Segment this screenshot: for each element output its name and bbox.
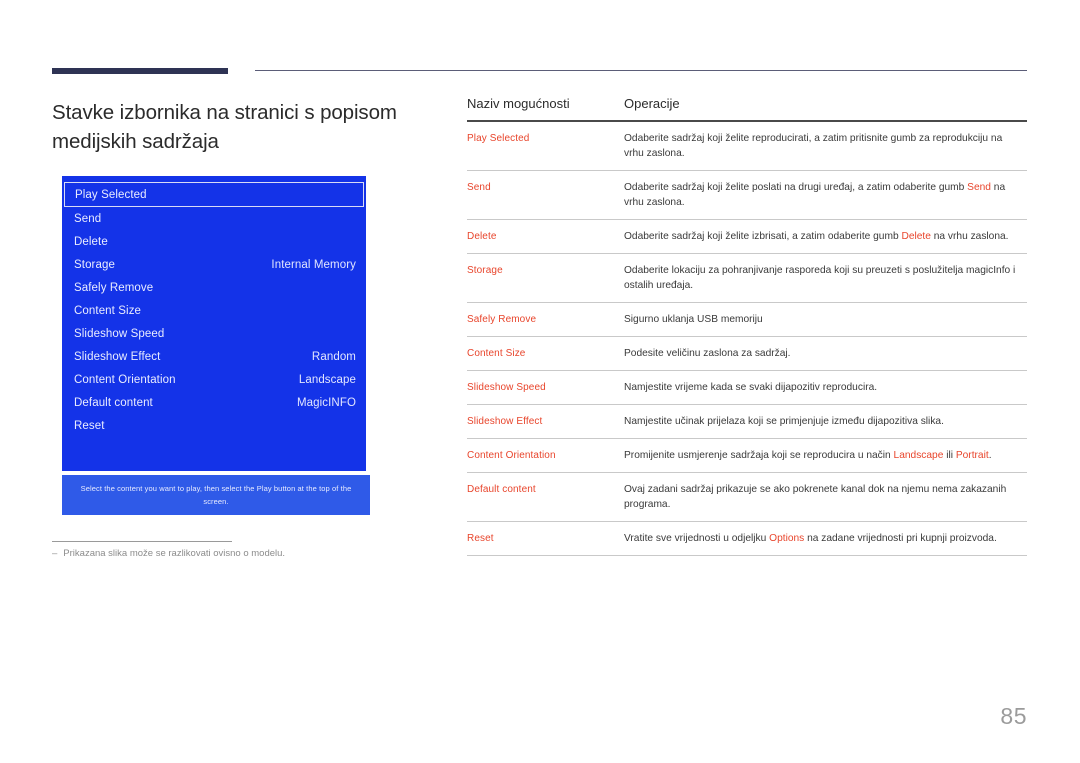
description-text: Namjestite učinak prijelaza koji se prim… xyxy=(624,416,944,427)
osd-menu-item[interactable]: Content Orientation Landscape xyxy=(62,368,366,391)
description-text: Vratite sve vrijednosti u odjeljku xyxy=(624,533,770,544)
table-row: Content Size Podesite veličinu zaslona za… xyxy=(467,336,1027,371)
table-row: Content Orientation Promijenite usmjerenj… xyxy=(467,438,1027,473)
accent-bar xyxy=(52,68,228,74)
option-name-cell: Safely Remove xyxy=(467,302,624,337)
page-title: Stavke izbornika na stranici s popisom m… xyxy=(52,101,397,153)
inline-option-reference: Landscape xyxy=(893,450,944,461)
option-name-cell: Default content xyxy=(467,472,624,522)
option-name-cell: Play Selected xyxy=(467,121,624,171)
osd-item-value: MagicINFO xyxy=(296,396,356,409)
osd-menu-item[interactable]: Default content MagicINFO xyxy=(62,391,366,414)
osd-menu-item[interactable]: Content Size xyxy=(62,299,366,322)
footnote-text: Prikazana slika može se razlikovati ovis… xyxy=(63,548,286,559)
inline-option-reference: Portrait xyxy=(955,450,989,461)
osd-menu-item[interactable]: Play Selected xyxy=(64,182,364,207)
table-row: Delete Odaberite sadržaj koji želite izbr… xyxy=(467,219,1027,254)
option-name-cell: Slideshow Effect xyxy=(467,404,624,439)
osd-item-value: Landscape xyxy=(298,373,356,386)
table-row: Slideshow Speed Namjestite vrijeme kada s… xyxy=(467,370,1027,405)
osd-menu-item[interactable]: Reset xyxy=(62,414,366,437)
osd-menu-item[interactable]: Slideshow Effect Random xyxy=(62,345,366,368)
option-description-cell: Odaberite sadržaj koji želite poslati na… xyxy=(624,170,1027,220)
description-text: Sigurno uklanja USB memoriju xyxy=(624,314,763,325)
option-description-cell: Vratite sve vrijednosti u odjeljku Optio… xyxy=(624,521,1027,556)
description-text: Namjestite vrijeme kada se svaki dijapoz… xyxy=(624,382,878,393)
osd-item-label: Content Size xyxy=(74,304,142,317)
page-number: 85 xyxy=(1000,703,1027,729)
table-row: Storage Odaberite lokaciju za pohranjivan… xyxy=(467,253,1027,303)
footnote-rule xyxy=(52,541,232,542)
option-name-cell: Reset xyxy=(467,521,624,556)
table-row: Send Odaberite sadržaj koji želite poslat… xyxy=(467,170,1027,220)
description-text: Odaberite sadržaj koji želite reproducir… xyxy=(624,133,1003,159)
option-name-cell: Send xyxy=(467,170,624,220)
osd-item-label: Play Selected xyxy=(75,188,147,201)
osd-item-label: Storage xyxy=(74,258,115,271)
table-row: Default content Ovaj zadani sadržaj prika… xyxy=(467,472,1027,522)
option-description-cell: Podesite veličinu zaslona za sadržaj. xyxy=(624,336,1027,371)
header-rule xyxy=(255,70,1027,71)
left-column: Stavke izbornika na stranici s popisom m… xyxy=(52,90,452,156)
option-description-cell: Odaberite sadržaj koji želite reproducir… xyxy=(624,121,1027,171)
option-name-cell: Delete xyxy=(467,219,624,254)
description-text: na zadane vrijednosti pri kupnji proizvo… xyxy=(804,533,997,544)
option-name-cell: Content Size xyxy=(467,336,624,371)
option-name-cell: Content Orientation xyxy=(467,438,624,473)
inline-option-reference: Delete xyxy=(901,231,931,242)
osd-item-label: Delete xyxy=(74,235,108,248)
osd-item-label: Send xyxy=(74,212,102,225)
footnote-dash: ‒ xyxy=(52,548,58,559)
osd-hint-bar: Select the content you want to play, the… xyxy=(62,475,370,515)
osd-menu-item[interactable]: Slideshow Speed xyxy=(62,322,366,345)
osd-menu-item[interactable]: Delete xyxy=(62,230,366,253)
option-description-cell: Promijenite usmjerenje sadržaja koji se … xyxy=(624,438,1027,473)
column-header-operation: Operacije xyxy=(624,96,1027,122)
osd-item-label: Content Orientation xyxy=(74,373,176,386)
description-text: . xyxy=(988,450,992,461)
inline-option-reference: Options xyxy=(769,533,805,544)
osd-menu-item[interactable]: Send xyxy=(62,207,366,230)
description-text: Ovaj zadani sadržaj prikazuje se ako pok… xyxy=(624,484,1007,510)
description-text: Odaberite sadržaj koji želite poslati na… xyxy=(624,182,968,193)
osd-menu-list: Play Selected Send Delete Storage Internal M… xyxy=(62,176,366,437)
osd-item-value: Internal Memory xyxy=(271,258,356,271)
option-description-cell: Odaberite lokaciju za pohranjivanje rasp… xyxy=(624,253,1027,303)
description-text: Odaberite sadržaj koji želite izbrisati,… xyxy=(624,231,902,242)
osd-item-label: Safely Remove xyxy=(74,281,154,294)
osd-menu-item[interactable]: Safely Remove xyxy=(62,276,366,299)
option-description-cell: Namjestite vrijeme kada se svaki dijapoz… xyxy=(624,370,1027,405)
option-name-cell: Storage xyxy=(467,253,624,303)
option-description-cell: Odaberite sadržaj koji želite izbrisati,… xyxy=(624,219,1027,254)
description-text: ili xyxy=(943,450,956,461)
options-table: Naziv mogućnosti Operacije Play Selected… xyxy=(467,96,1027,556)
option-name-cell: Slideshow Speed xyxy=(467,370,624,405)
osd-menu-panel: Play Selected Send Delete Storage Internal M… xyxy=(62,176,366,471)
description-text: Promijenite usmjerenje sadržaja koji se … xyxy=(624,450,894,461)
osd-item-label: Slideshow Effect xyxy=(74,350,161,363)
table-row: Safely Remove Sigurno uklanja USB memorij… xyxy=(467,302,1027,337)
osd-item-value: Random xyxy=(311,350,356,363)
description-text: Podesite veličinu zaslona za sadržaj. xyxy=(624,348,791,359)
description-text: na vrhu zaslona. xyxy=(930,231,1009,242)
option-description-cell: Namjestite učinak prijelaza koji se prim… xyxy=(624,404,1027,439)
osd-item-label: Reset xyxy=(74,419,105,432)
osd-menu-item[interactable]: Storage Internal Memory xyxy=(62,253,366,276)
table-head: Naziv mogućnosti Operacije xyxy=(467,96,1027,122)
option-description-cell: Sigurno uklanja USB memoriju xyxy=(624,302,1027,337)
footnote: ‒ Prikazana slika može se razlikovati ov… xyxy=(52,546,452,562)
option-description-cell: Ovaj zadani sadržaj prikazuje se ako pok… xyxy=(624,472,1027,522)
osd-item-label: Slideshow Speed xyxy=(74,327,165,340)
table-body: Play Selected Odaberite sadržaj koji želi… xyxy=(467,121,1027,556)
table-row: Play Selected Odaberite sadržaj koji želi… xyxy=(467,121,1027,171)
table-row: Reset Vratite sve vrijednosti u odjeljku … xyxy=(467,521,1027,556)
inline-option-reference: Send xyxy=(967,182,991,193)
header-decoration xyxy=(0,0,1080,90)
table-header-row: Naziv mogućnosti Operacije xyxy=(467,96,1027,122)
column-header-name: Naziv mogućnosti xyxy=(467,96,624,122)
table-row: Slideshow Effect Namjestite učinak prijel… xyxy=(467,404,1027,439)
description-text: Odaberite lokaciju za pohranjivanje rasp… xyxy=(624,265,1016,291)
osd-item-label: Default content xyxy=(74,396,153,409)
